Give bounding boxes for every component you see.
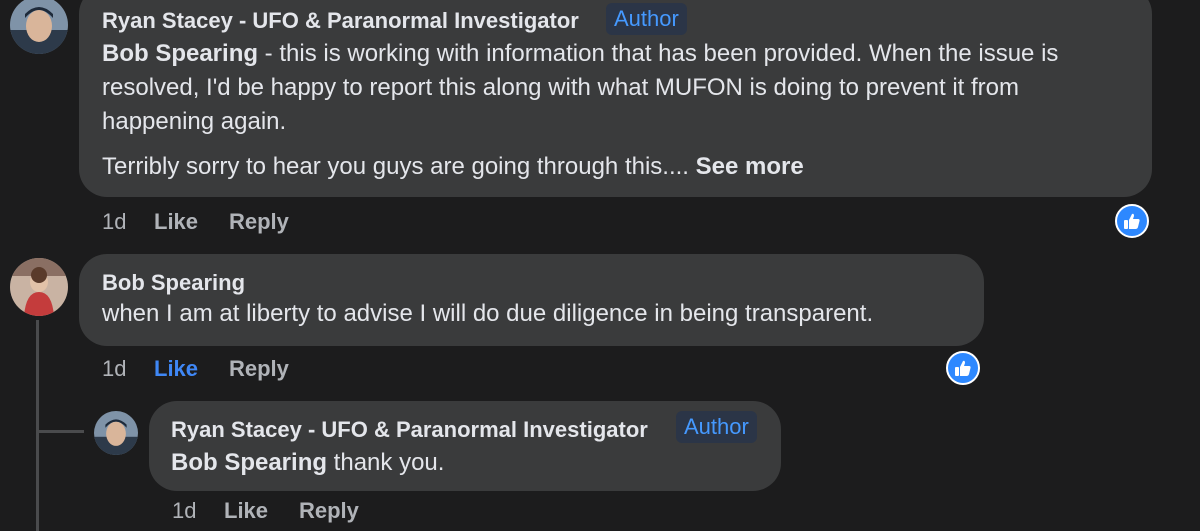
comment-thread: Ryan Stacey - UFO & Paranormal Investiga…	[0, 0, 1200, 531]
comment-timestamp[interactable]: 1d	[102, 209, 126, 235]
avatar-photo	[94, 411, 138, 455]
comment-text: thank you.	[327, 449, 445, 476]
see-more-link[interactable]: See more	[696, 153, 804, 180]
reply-button[interactable]: Reply	[229, 356, 289, 382]
like-reaction-badge[interactable]	[1115, 204, 1149, 238]
author-badge: Author	[606, 3, 687, 35]
like-button[interactable]: Like	[154, 356, 198, 382]
author-badge: Author	[676, 411, 757, 443]
like-reaction-badge[interactable]	[946, 351, 980, 385]
avatar-photo	[10, 0, 68, 54]
avatar[interactable]	[10, 0, 68, 54]
comment-author-name[interactable]: Ryan Stacey - UFO & Paranormal Investiga…	[102, 8, 579, 34]
avatar[interactable]	[94, 411, 138, 455]
comment-body: Bob Spearing - this is working with info…	[102, 37, 1132, 139]
like-button[interactable]: Like	[224, 498, 268, 524]
reply-button[interactable]: Reply	[299, 498, 359, 524]
avatar[interactable]	[10, 258, 68, 316]
thread-connector-line	[36, 320, 39, 531]
thumbs-up-icon	[955, 360, 971, 376]
comment-text: when I am at liberty to advise I will do…	[102, 300, 874, 327]
mention-link[interactable]: Bob Spearing	[102, 40, 258, 67]
reply-button[interactable]: Reply	[229, 209, 289, 235]
comment-author-name[interactable]: Ryan Stacey - UFO & Paranormal Investiga…	[171, 417, 648, 443]
thumbs-up-icon	[1124, 213, 1140, 229]
thread-branch-line	[36, 430, 84, 433]
comment-author-name[interactable]: Bob Spearing	[102, 270, 245, 296]
comment-text: Terribly sorry to hear you guys are goin…	[102, 153, 696, 180]
like-button[interactable]: Like	[154, 209, 198, 235]
mention-link[interactable]: Bob Spearing	[171, 449, 327, 476]
comment-timestamp[interactable]: 1d	[172, 498, 196, 524]
avatar-photo	[10, 258, 68, 316]
comment-body-continued: Terribly sorry to hear you guys are goin…	[102, 150, 1132, 184]
comment-timestamp[interactable]: 1d	[102, 356, 126, 382]
comment-body: Bob Spearing thank you.	[171, 446, 444, 480]
